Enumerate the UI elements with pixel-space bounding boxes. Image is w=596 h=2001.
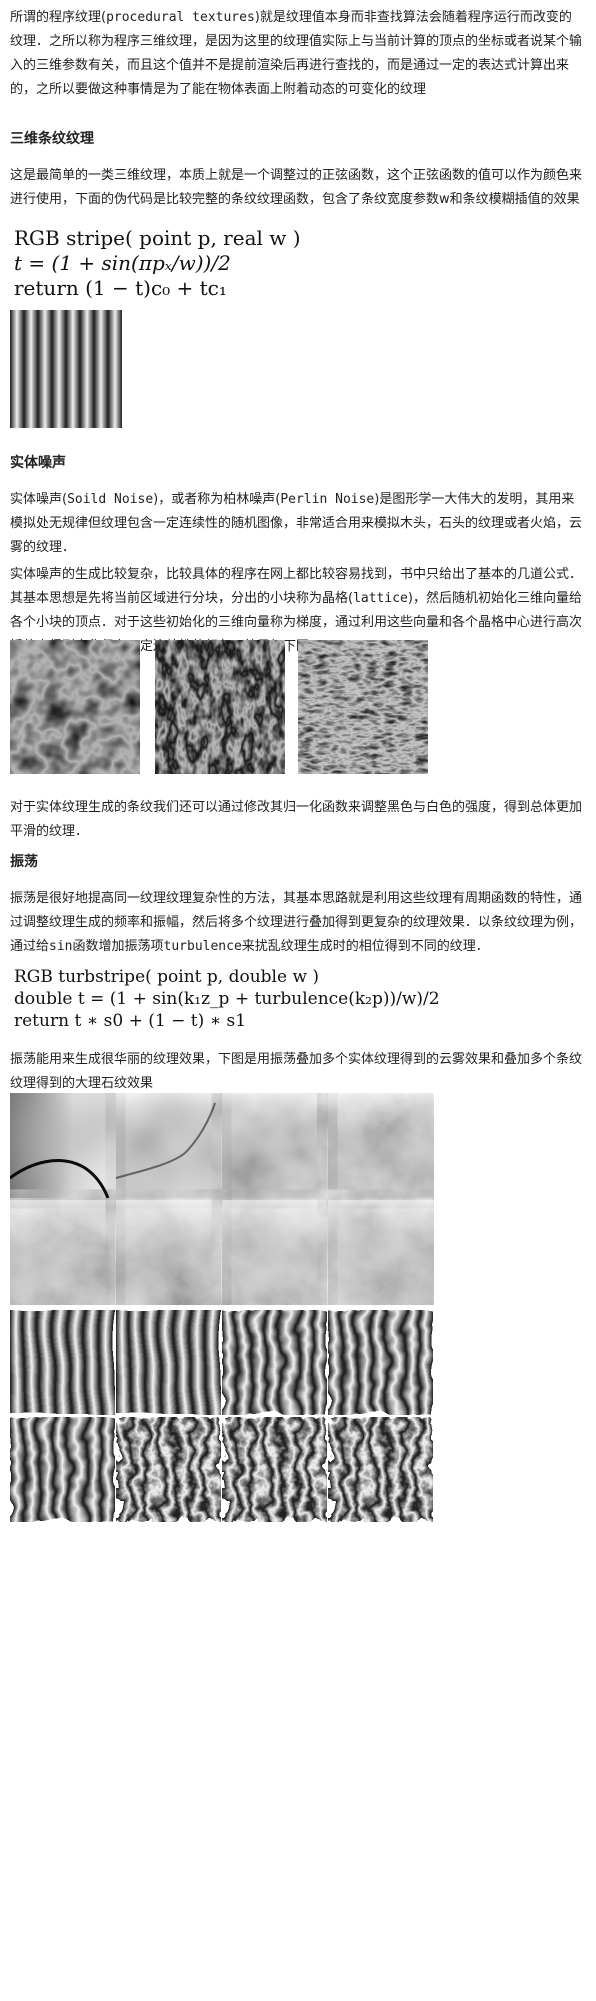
turb-code-line-1: RGB turbstripe( point p, double w ) <box>14 967 320 987</box>
turbulence-paragraph-2: 振荡能用来生成很华丽的纹理效果，下图是用振荡叠加多个实体纹理得到的云雾效果和叠加… <box>10 1052 583 1091</box>
intro-code: procedural textures <box>106 10 255 25</box>
stripe-code-line-1: RGB stripe( point p, real w ) <box>14 226 301 250</box>
turbulence-paragraph-1: 振荡是很好地提高同一纹理纹理复杂性的方法，其基本思路就是利用这些纹理有周期函数的… <box>10 887 582 959</box>
noise-p1-text-a: 实体噪声( <box>10 492 68 507</box>
stripe-paragraph: 这是最简单的一类三维纹理，本质上就是一个调整过的正弦函数，这个正弦函数的值可以作… <box>10 168 583 207</box>
noise-image-1 <box>10 640 140 774</box>
noise-p1-code-2: Perlin Noise <box>280 492 375 507</box>
noise-image-2 <box>155 640 285 774</box>
cloud-texture-grid <box>10 1093 434 1305</box>
noise-heading: 实体噪声 <box>10 455 66 471</box>
intro-text-1: 所谓的程序纹理( <box>10 10 107 25</box>
turb-code-line-2: double t = (1 + sin(k₁z_p + turbulence(k… <box>14 989 440 1009</box>
turb-code-line-3: return t ∗ s0 + (1 − t) ∗ s1 <box>14 1011 247 1031</box>
noise-paragraph-1: 实体噪声(Soild Noise)，或者称为柏林噪声(Perlin Noise)… <box>10 488 582 560</box>
noise-p1-text-b: )，或者称为柏林噪声( <box>153 492 281 507</box>
noise-paragraph-3: 对于实体纹理生成的条纹我们还可以通过修改其归一化函数来调整黑色与白色的强度，得到… <box>10 800 583 839</box>
stripe-texture-image <box>10 310 122 428</box>
stripe-heading: 三维条纹纹理 <box>10 131 94 147</box>
turb-p1-code-2: turbulence <box>163 939 242 954</box>
turbulence-code: RGB turbstripe( point p, double w ) doub… <box>14 966 440 1032</box>
stripe-code-line-3: return (1 − t)c₀ + tc₁ <box>14 276 227 300</box>
noise-image-3 <box>298 640 428 774</box>
stripe-code: RGB stripe( point p, real w ) t = (1 + s… <box>14 226 301 301</box>
turbulence-heading: 振荡 <box>10 854 38 870</box>
noise-p2-code: lattice <box>353 591 408 606</box>
stripe-code-line-2: t = (1 + sin(πpₓ/w))/2 <box>14 251 231 275</box>
turb-p1-text-b: 函数增加振荡项 <box>72 939 164 954</box>
intro-paragraph: 所谓的程序纹理(procedural textures)就是纹理值本身而非查找算… <box>10 6 582 102</box>
turb-p1-text-c: 来扰乱纹理生成时的相位得到不同的纹理． <box>241 939 489 954</box>
noise-p1-code-1: Soild Noise <box>67 492 154 507</box>
turb-p1-code-1: sin <box>49 939 73 954</box>
marble-texture-grid <box>10 1310 434 1522</box>
